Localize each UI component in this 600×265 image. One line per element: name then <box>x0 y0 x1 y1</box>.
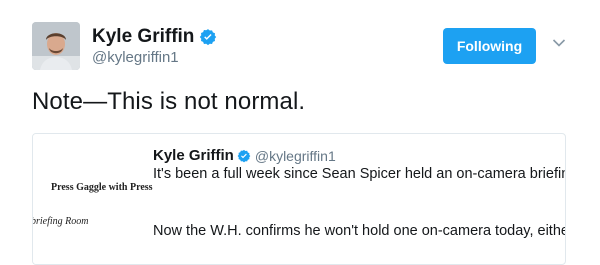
thumbnail-caption-line2: briefing Room <box>32 216 89 227</box>
thumbnail-caption-line1: Press Gaggle with Press <box>51 182 153 193</box>
quoted-tweet-text-line2: Now the W.H. confirms he won't hold one … <box>153 223 566 239</box>
following-button[interactable]: Following <box>443 28 536 64</box>
quoted-author-name: Kyle Griffin <box>153 147 234 164</box>
author-handle[interactable]: @kylegriffin1 <box>92 49 179 66</box>
quoted-tweet-text-line1: It's been a full week since Sean Spicer … <box>153 166 566 182</box>
quoted-author-handle: @kylegriffin1 <box>254 147 336 164</box>
verified-badge-icon <box>237 149 251 162</box>
tweet-text: Note—This is not normal. <box>32 88 306 115</box>
quoted-tweet-header: Kyle Griffin @kylegriffin1 <box>153 147 336 164</box>
author-avatar[interactable] <box>32 22 80 70</box>
verified-badge-icon <box>200 29 217 46</box>
chevron-down-icon[interactable] <box>552 38 566 48</box>
author-name[interactable]: Kyle Griffin <box>92 26 194 48</box>
quoted-tweet-card[interactable]: Press Gaggle with Press briefing Room Ky… <box>32 133 566 265</box>
author-name-row: Kyle Griffin <box>92 26 217 48</box>
